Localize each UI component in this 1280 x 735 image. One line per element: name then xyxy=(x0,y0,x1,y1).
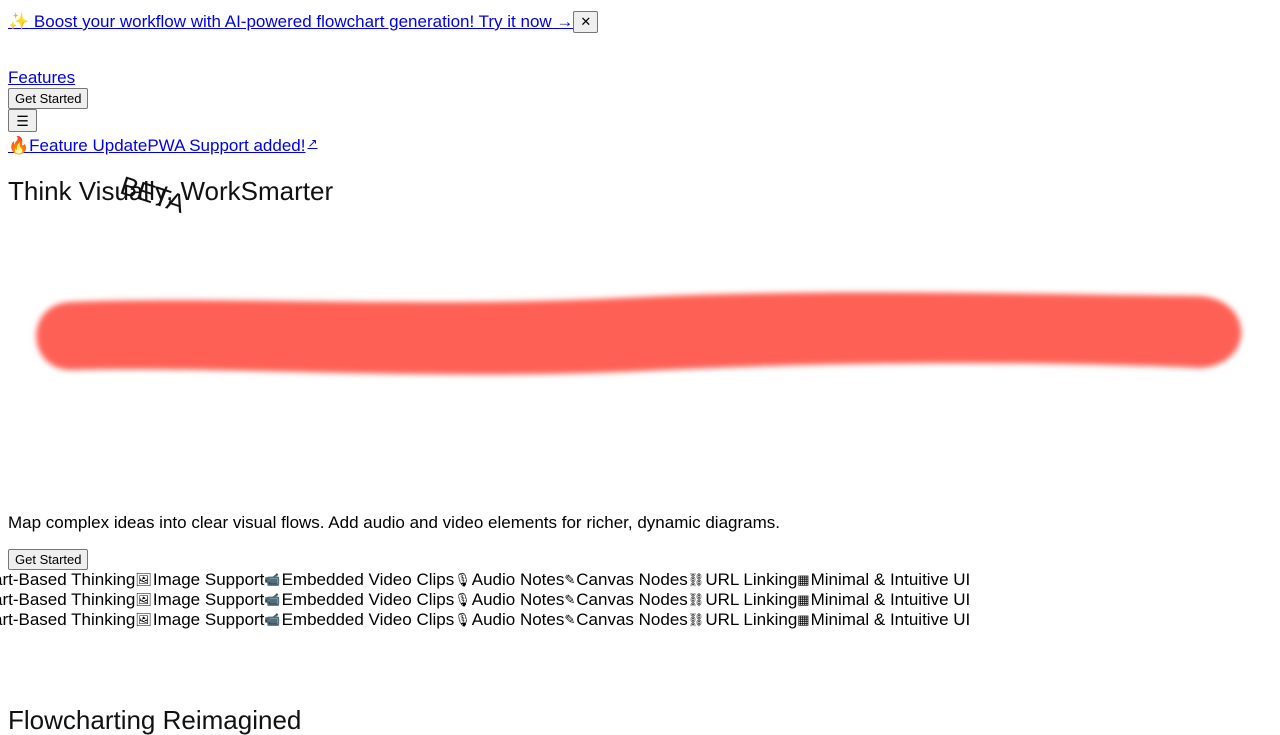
microphone-icon: 🎙 xyxy=(454,572,471,587)
video-icon: 📹 xyxy=(264,612,281,627)
sparkles-icon: ✨ xyxy=(8,12,30,31)
marquee-item-label: URL Linking xyxy=(705,610,798,629)
hero-description: Map complex ideas into clear visual flow… xyxy=(8,513,780,532)
grid-icon: ▦ xyxy=(797,592,810,607)
marquee-item: ▦ Minimal & Intuitive UI xyxy=(797,590,970,610)
canvas-icon: ✎ xyxy=(564,612,576,627)
link-icon: ⛓ xyxy=(687,612,705,627)
marquee-item: 📹 Embedded Video Clips xyxy=(264,570,454,590)
feature-update-link[interactable]: 🔥 Feature Update PWA Support added! ↗ xyxy=(8,135,318,157)
link-icon: ⛓ xyxy=(687,592,705,607)
marquee-item-label: art-Based Thinking xyxy=(0,570,136,589)
marquee-item-label: Embedded Video Clips xyxy=(281,610,455,629)
marquee-row: art-Based Thinking 🖼 Image Support 📹 Embedde… xyxy=(0,570,1280,590)
marquee-item: 🎙 Audio Notes xyxy=(454,570,564,590)
marquee-item-label: Embedded Video Clips xyxy=(281,590,455,609)
marquee-item-label: Image Support xyxy=(152,590,265,609)
brush-stroke-decoration xyxy=(36,292,1242,375)
fire-icon: 🔥 xyxy=(8,136,30,155)
marquee-item-label: Image Support xyxy=(152,610,265,629)
marquee-item: art-Based Thinking xyxy=(0,610,135,630)
hero-get-started-button[interactable]: Get Started xyxy=(8,549,89,570)
marquee-item: 🖼 Image Support xyxy=(135,610,264,630)
marquee-item: ▦ Minimal & Intuitive UI xyxy=(797,610,970,630)
marquee-item: ▦ Minimal & Intuitive UI xyxy=(797,570,970,590)
nav-features-link[interactable]: Features xyxy=(8,68,75,88)
feature-update-tag: Feature Update xyxy=(29,136,148,155)
marquee-item-label: Canvas Nodes xyxy=(576,590,688,609)
promo-text: Boost your workflow with AI-powered flow… xyxy=(29,12,574,31)
grid-icon: ▦ xyxy=(797,572,810,587)
marquee-item-label: Image Support xyxy=(152,570,265,589)
marquee-item: ⛓ URL Linking xyxy=(688,590,798,610)
marquee-item: ✎ Canvas Nodes xyxy=(564,590,687,610)
marquee-item-label: Minimal & Intuitive UI xyxy=(810,570,971,589)
section-title: Flowcharting Reimagined xyxy=(8,705,302,735)
marquee-item: 🖼 Image Support xyxy=(135,590,264,610)
marquee-item: ⛓ URL Linking xyxy=(688,570,798,590)
hero-title-part2: Work xyxy=(180,176,241,206)
promo-banner: ✨ Boost your workflow with AI-powered fl… xyxy=(8,11,599,33)
marquee-row: art-Based Thinking 🖼 Image Support 📹 Embedde… xyxy=(0,590,1280,610)
marquee-item-label: URL Linking xyxy=(705,570,798,589)
microphone-icon: 🎙 xyxy=(454,612,471,627)
marquee-item: art-Based Thinking xyxy=(0,590,135,610)
feature-update-text: PWA Support added! xyxy=(147,136,306,155)
marquee-row: art-Based Thinking 🖼 Image Support 📹 Embedde… xyxy=(0,610,1280,630)
video-icon: 📹 xyxy=(264,572,281,587)
video-icon: 📹 xyxy=(264,592,281,607)
marquee-item-label: art-Based Thinking xyxy=(0,590,136,609)
marquee-item-label: Embedded Video Clips xyxy=(281,570,455,589)
marquee-item-label: Canvas Nodes xyxy=(576,610,688,629)
marquee-item: ⛓ URL Linking xyxy=(688,610,798,630)
microphone-icon: 🎙 xyxy=(454,592,471,607)
marquee-item-label: URL Linking xyxy=(705,590,798,609)
image-icon: 🖼 xyxy=(135,572,152,587)
nav-get-started-button[interactable]: Get Started xyxy=(8,88,89,109)
marquee-item: ✎ Canvas Nodes xyxy=(564,570,687,590)
marquee-item: 🖼 Image Support xyxy=(135,570,264,590)
marquee-item: 📹 Embedded Video Clips xyxy=(264,590,454,610)
image-icon: 🖼 xyxy=(135,612,152,627)
marquee-item-label: Minimal & Intuitive UI xyxy=(810,590,971,609)
marquee-item: 📹 Embedded Video Clips xyxy=(264,610,454,630)
close-promo-button[interactable]: ✕ xyxy=(573,11,599,33)
marquee-item: art-Based Thinking xyxy=(0,570,135,590)
marquee-item: ✎ Canvas Nodes xyxy=(564,610,687,630)
canvas-icon: ✎ xyxy=(564,592,576,607)
marquee-item-label: Minimal & Intuitive UI xyxy=(810,610,971,629)
menu-icon: ☰ xyxy=(16,112,29,129)
features-marquee: art-Based Thinking 🖼 Image Support 📹 Embedde… xyxy=(0,570,1280,630)
promo-link[interactable]: ✨ Boost your workflow with AI-powered fl… xyxy=(8,12,573,32)
hero-title-part3: Smarter xyxy=(240,176,334,206)
hamburger-menu-button[interactable]: ☰ xyxy=(8,109,37,132)
marquee-item-label: Audio Notes xyxy=(471,590,565,609)
link-icon: ⛓ xyxy=(687,572,705,587)
canvas-icon: ✎ xyxy=(564,572,576,587)
marquee-item: 🎙 Audio Notes xyxy=(454,610,564,630)
marquee-item-label: art-Based Thinking xyxy=(0,610,136,629)
image-icon: 🖼 xyxy=(135,592,152,607)
marquee-item-label: Audio Notes xyxy=(471,610,565,629)
external-link-icon: ↗ xyxy=(307,136,318,150)
marquee-item-label: Canvas Nodes xyxy=(576,570,688,589)
marquee-item: 🎙 Audio Notes xyxy=(454,590,564,610)
marquee-item-label: Audio Notes xyxy=(471,570,565,589)
grid-icon: ▦ xyxy=(797,612,810,627)
